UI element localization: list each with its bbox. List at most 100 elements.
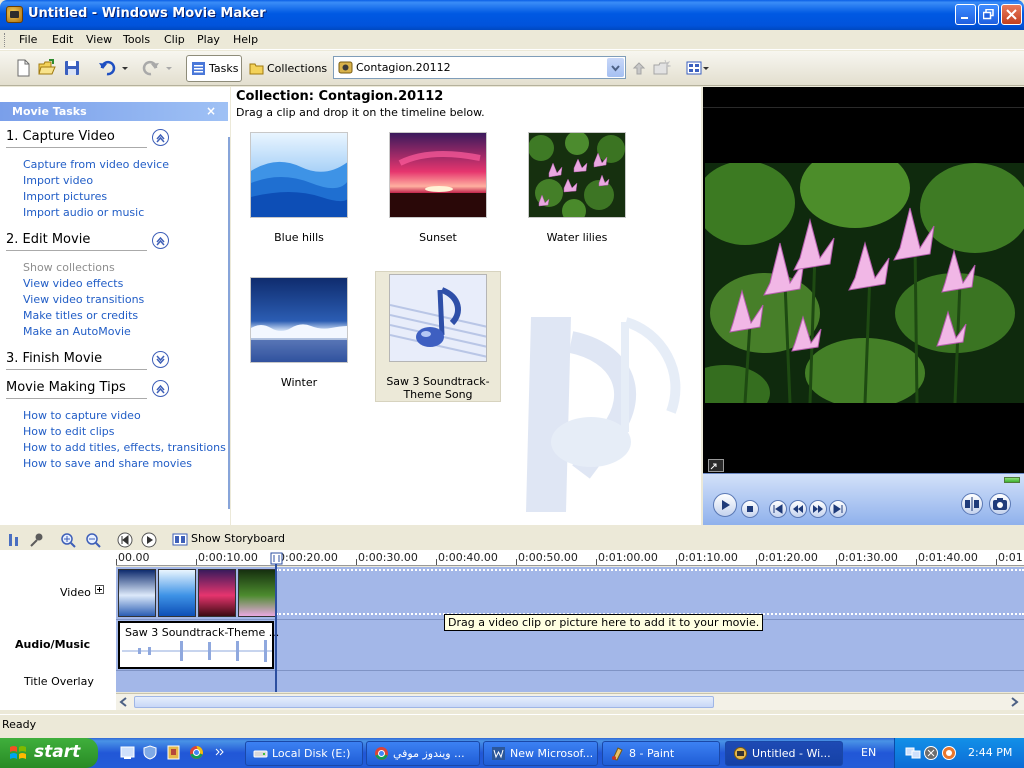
menu-edit[interactable]: Edit <box>52 33 73 46</box>
link-how-to-save-share[interactable]: How to save and share movies <box>23 457 192 470</box>
narrate-timeline-icon[interactable] <box>29 532 45 548</box>
new-project-icon[interactable] <box>14 59 32 77</box>
link-view-video-effects[interactable]: View video effects <box>23 277 123 290</box>
pane-splitter[interactable] <box>228 137 230 509</box>
show-desktop-icon[interactable] <box>120 745 135 760</box>
movie-maker-app-icon[interactable] <box>6 6 23 23</box>
section-movie-making-tips[interactable]: Movie Making Tips <box>6 380 126 395</box>
clip-thumbnail-saw-soundtrack[interactable] <box>389 274 487 362</box>
close-button[interactable] <box>1001 4 1022 25</box>
scroll-left-icon[interactable] <box>118 696 130 708</box>
split-view-icon[interactable] <box>708 459 724 472</box>
title-bar[interactable]: Untitled - Windows Movie Maker <box>0 0 1024 30</box>
timeline-clip-sunset[interactable] <box>198 569 236 617</box>
menu-clip[interactable]: Clip <box>164 33 185 46</box>
clip-thumbnail-blue-hills[interactable] <box>250 132 348 218</box>
section-edit-movie[interactable]: 2. Edit Movie <box>6 232 90 247</box>
taskbar-local-disk[interactable]: Local Disk (E:) <box>245 741 363 766</box>
play-button[interactable] <box>713 493 737 517</box>
language-indicator[interactable]: EN <box>861 746 876 759</box>
link-import-video[interactable]: Import video <box>23 174 93 187</box>
play-timeline-icon[interactable] <box>141 532 157 548</box>
taskbar-movie-maker[interactable]: Untitled - Wi... <box>725 741 843 766</box>
zoom-out-icon[interactable] <box>85 532 101 548</box>
previous-frame-button[interactable] <box>769 500 787 518</box>
menu-help[interactable]: Help <box>233 33 258 46</box>
show-storyboard-button[interactable]: Show Storyboard <box>169 531 285 549</box>
collapse-capture-video-button[interactable] <box>152 129 169 146</box>
start-button[interactable]: start <box>0 738 98 768</box>
expand-video-track-icon[interactable] <box>95 585 104 594</box>
clip-thumbnail-water-lilies[interactable] <box>528 132 626 218</box>
tasks-button[interactable]: Tasks <box>186 55 242 82</box>
next-frame-button[interactable] <box>829 500 847 518</box>
save-icon[interactable] <box>63 59 81 77</box>
clip-thumbnail-sunset[interactable] <box>389 132 487 218</box>
taskbar-word[interactable]: New Microsof... <box>483 741 598 766</box>
timeline-ruler[interactable]: 00.00 0:00:10.00 0:00:20.00 0:00:30.00 0:00:… <box>116 550 1024 566</box>
audio-clip-saw-soundtrack[interactable]: Saw 3 Soundtrack-Theme ... <box>118 621 279 669</box>
link-how-to-add-titles[interactable]: How to add titles, effects, transitions <box>23 441 226 454</box>
link-show-collections[interactable]: Show collections <box>23 261 115 274</box>
rewind-button[interactable] <box>789 500 807 518</box>
section-finish-movie[interactable]: 3. Finish Movie <box>6 351 102 366</box>
link-import-pictures[interactable]: Import pictures <box>23 190 107 203</box>
collapse-edit-movie-button[interactable] <box>152 232 169 249</box>
take-picture-button[interactable] <box>989 493 1011 515</box>
close-tasks-pane-icon[interactable]: × <box>206 104 216 118</box>
minimize-button[interactable] <box>955 4 976 25</box>
link-import-audio[interactable]: Import audio or music <box>23 206 144 219</box>
rewind-timeline-icon[interactable] <box>117 532 133 548</box>
collection-dropdown[interactable]: Contagion.20112 <box>333 56 626 79</box>
update-icon[interactable] <box>941 745 957 761</box>
quicklaunch-more-icon[interactable] <box>215 747 225 757</box>
playhead-handle-icon[interactable] <box>270 552 283 566</box>
collection-up-icon[interactable] <box>630 59 648 77</box>
menu-tools[interactable]: Tools <box>123 33 150 46</box>
collections-button[interactable]: Collections <box>244 55 327 82</box>
scroll-right-icon[interactable] <box>1008 696 1020 708</box>
link-make-titles[interactable]: Make titles or credits <box>23 309 138 322</box>
collapse-tips-button[interactable] <box>152 380 169 397</box>
link-how-to-capture[interactable]: How to capture video <box>23 409 141 422</box>
redo-icon[interactable] <box>142 59 160 77</box>
open-project-icon[interactable] <box>38 59 56 77</box>
antivirus-icon[interactable] <box>923 745 939 761</box>
undo-icon[interactable] <box>98 59 116 77</box>
taskbar-chrome[interactable]: ويندوز موفي ... <box>366 741 480 766</box>
preview-screen[interactable] <box>705 163 1024 403</box>
zoom-in-icon[interactable] <box>60 532 76 548</box>
expand-finish-movie-button[interactable] <box>152 351 169 368</box>
undo-dropdown-icon[interactable] <box>120 59 130 77</box>
menu-play[interactable]: Play <box>197 33 220 46</box>
split-clip-button[interactable] <box>961 493 983 515</box>
timeline-clip-blue-hills[interactable] <box>158 569 196 617</box>
timeline-horizontal-scrollbar[interactable] <box>116 693 1024 710</box>
fast-forward-button[interactable] <box>809 500 827 518</box>
link-view-video-transitions[interactable]: View video transitions <box>23 293 144 306</box>
timeline-clip-water-lilies[interactable] <box>238 569 276 617</box>
dropdown-arrow-button[interactable] <box>607 58 624 77</box>
maximize-button[interactable] <box>978 4 999 25</box>
link-make-automovie[interactable]: Make an AutoMovie <box>23 325 131 338</box>
quicklaunch-program-icon[interactable] <box>166 745 181 760</box>
link-how-to-edit[interactable]: How to edit clips <box>23 425 115 438</box>
menu-file[interactable]: File <box>19 33 37 46</box>
views-icon[interactable] <box>686 59 710 77</box>
title-overlay-track[interactable] <box>116 671 1024 692</box>
clock[interactable]: 2:44 PM <box>968 746 1012 759</box>
taskbar-paint[interactable]: 8 - Paint <box>602 741 720 766</box>
link-capture-from-device[interactable]: Capture from video device <box>23 158 169 171</box>
scrollbar-thumb[interactable] <box>134 696 714 708</box>
quicklaunch-chrome-icon[interactable] <box>189 745 204 760</box>
stop-button[interactable] <box>741 500 759 518</box>
network-icon[interactable] <box>905 745 921 761</box>
timeline-clip-winter[interactable] <box>118 569 156 617</box>
quicklaunch-shield-icon[interactable] <box>143 745 158 760</box>
section-capture-video[interactable]: 1. Capture Video <box>6 129 115 144</box>
new-collection-folder-icon[interactable] <box>653 59 671 77</box>
set-audio-levels-icon[interactable] <box>7 532 21 548</box>
redo-dropdown-icon[interactable] <box>164 59 174 77</box>
playhead[interactable] <box>275 554 277 692</box>
clip-thumbnail-winter[interactable] <box>250 277 348 363</box>
